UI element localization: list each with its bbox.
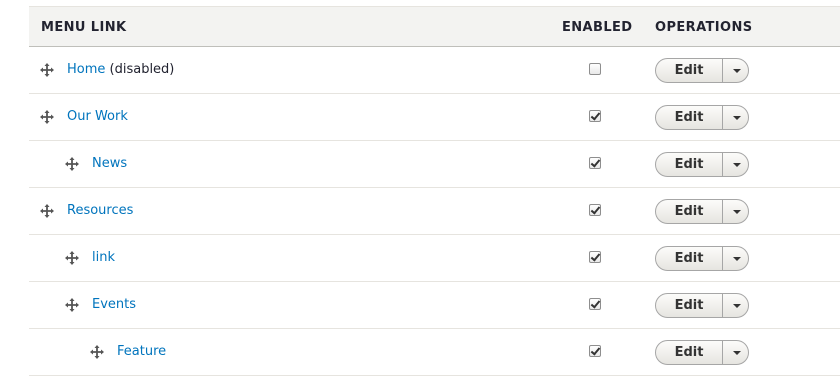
chevron-down-icon[interactable]	[723, 341, 748, 364]
table-row: News Edit	[29, 141, 840, 188]
header-menu-link: MENU LINK	[41, 20, 127, 35]
menu-link-our-work[interactable]: Our Work	[67, 109, 128, 124]
table-row: Feature Edit	[29, 329, 840, 376]
menu-link-cell: Home (disabled)	[67, 62, 174, 77]
edit-button[interactable]: Edit	[656, 341, 723, 364]
table-row: Home (disabled) Edit	[29, 47, 840, 94]
chevron-down-icon[interactable]	[723, 59, 748, 82]
table-row: Our Work Edit	[29, 94, 840, 141]
edit-button[interactable]: Edit	[656, 247, 723, 270]
menu-link-cell: Resources	[67, 203, 133, 218]
chevron-down-icon[interactable]	[723, 153, 748, 176]
header-operations: OPERATIONS	[655, 20, 753, 35]
edit-button[interactable]: Edit	[656, 153, 723, 176]
operations-dropbutton: Edit	[655, 199, 749, 224]
chevron-down-icon[interactable]	[723, 106, 748, 129]
operations-dropbutton: Edit	[655, 105, 749, 130]
move-arrows-icon[interactable]	[40, 63, 54, 77]
edit-button[interactable]: Edit	[656, 200, 723, 223]
chevron-down-icon[interactable]	[723, 294, 748, 317]
menu-link-home[interactable]: Home	[67, 62, 105, 77]
move-arrows-icon[interactable]	[65, 251, 79, 265]
menu-link-link[interactable]: link	[92, 250, 115, 265]
disabled-note: (disabled)	[105, 62, 175, 77]
edit-button[interactable]: Edit	[656, 294, 723, 317]
header-enabled: ENABLED	[562, 20, 633, 35]
enabled-checkbox[interactable]	[589, 110, 601, 122]
operations-dropbutton: Edit	[655, 152, 749, 177]
operations-dropbutton: Edit	[655, 293, 749, 318]
enabled-checkbox[interactable]	[589, 345, 601, 357]
table-row: link Edit	[29, 235, 840, 282]
enabled-checkbox[interactable]	[589, 251, 601, 263]
menu-link-cell: Feature	[117, 344, 166, 359]
table-row: Resources Edit	[29, 188, 840, 235]
menu-link-resources[interactable]: Resources	[67, 203, 133, 218]
move-arrows-icon[interactable]	[40, 204, 54, 218]
menu-link-events[interactable]: Events	[92, 297, 136, 312]
menu-link-news[interactable]: News	[92, 156, 127, 171]
menu-link-cell: Events	[92, 297, 136, 312]
enabled-checkbox[interactable]	[589, 204, 601, 216]
menu-link-feature[interactable]: Feature	[117, 344, 166, 359]
operations-dropbutton: Edit	[655, 58, 749, 83]
menu-link-cell: News	[92, 156, 127, 171]
table-row: Events Edit	[29, 282, 840, 329]
menu-link-cell: link	[92, 250, 115, 265]
move-arrows-icon[interactable]	[40, 110, 54, 124]
menu-links-table: MENU LINK ENABLED OPERATIONS Home (disab…	[29, 6, 840, 376]
enabled-checkbox[interactable]	[589, 63, 601, 75]
edit-button[interactable]: Edit	[656, 106, 723, 129]
chevron-down-icon[interactable]	[723, 200, 748, 223]
edit-button[interactable]: Edit	[656, 59, 723, 82]
table-header: MENU LINK ENABLED OPERATIONS	[29, 6, 840, 47]
enabled-checkbox[interactable]	[589, 298, 601, 310]
operations-dropbutton: Edit	[655, 340, 749, 365]
menu-link-cell: Our Work	[67, 109, 128, 124]
operations-dropbutton: Edit	[655, 246, 749, 271]
move-arrows-icon[interactable]	[65, 157, 79, 171]
move-arrows-icon[interactable]	[65, 298, 79, 312]
chevron-down-icon[interactable]	[723, 247, 748, 270]
enabled-checkbox[interactable]	[589, 157, 601, 169]
move-arrows-icon[interactable]	[90, 345, 104, 359]
